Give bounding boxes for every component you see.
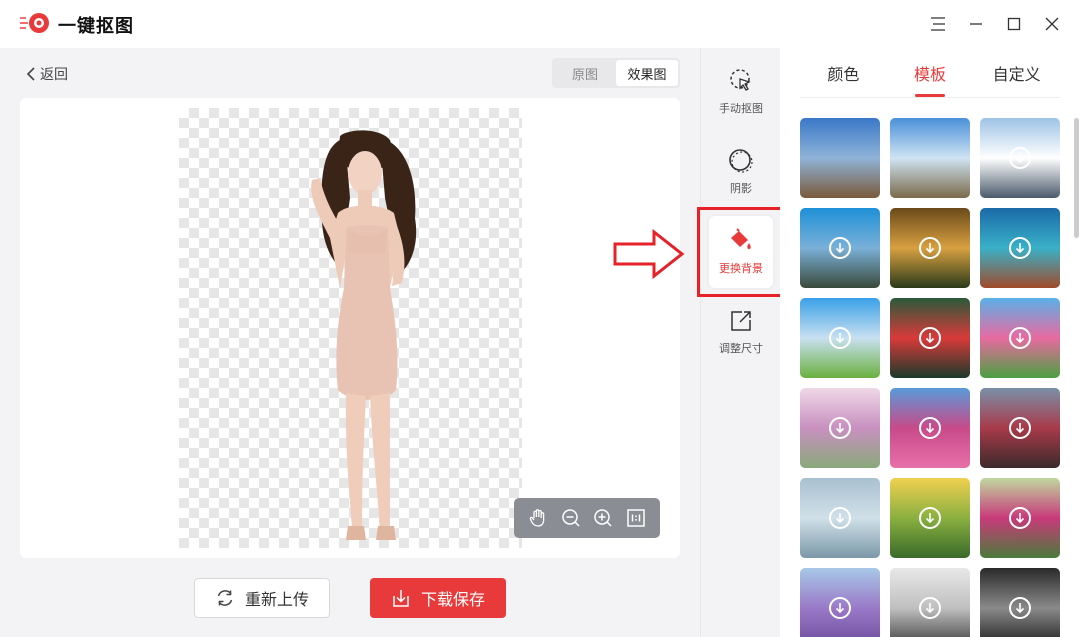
tool-resize[interactable]: 调整尺寸 xyxy=(709,296,773,368)
zoom-out-button[interactable] xyxy=(560,507,582,529)
zoom-out-icon xyxy=(562,509,580,527)
annotation-highlight-box xyxy=(697,207,783,297)
download-circle-icon xyxy=(1009,507,1031,529)
download-label: 下载保存 xyxy=(420,590,485,609)
tool-sidebar: 手动抠图 阴影 更换背景 调整尺寸 xyxy=(700,48,780,637)
chevron-left-icon xyxy=(26,67,35,81)
close-button[interactable] xyxy=(1040,12,1064,36)
download-circle-icon xyxy=(1009,147,1031,169)
actual-size-icon xyxy=(627,509,645,527)
maximize-button[interactable] xyxy=(1002,12,1026,36)
title-bar: 一键抠图 xyxy=(0,0,1080,48)
maximize-icon xyxy=(1007,17,1021,31)
pan-tool-button[interactable] xyxy=(527,507,549,529)
download-circle-icon xyxy=(1009,237,1031,259)
download-circle-icon xyxy=(829,507,851,529)
zoom-in-button[interactable] xyxy=(592,507,614,529)
view-toggle: 原图 效果图 xyxy=(552,58,680,88)
preview-canvas xyxy=(20,98,680,558)
tab-color[interactable]: 颜色 xyxy=(800,48,887,97)
template-thumb-flower-field[interactable] xyxy=(980,298,1060,378)
actual-size-button[interactable] xyxy=(625,507,647,529)
template-thumb-windmill-field[interactable] xyxy=(800,298,880,378)
download-circle-icon xyxy=(829,237,851,259)
template-thumb-tulip-rows[interactable] xyxy=(890,388,970,468)
cursor-lasso-icon xyxy=(730,69,751,91)
back-link[interactable]: 返回 xyxy=(26,64,68,84)
view-result-button[interactable]: 效果图 xyxy=(616,60,678,86)
download-circle-icon xyxy=(919,237,941,259)
template-thumb-red-tulips[interactable] xyxy=(890,298,970,378)
reupload-button[interactable]: 重新上传 xyxy=(194,578,330,618)
zoom-in-icon xyxy=(594,509,612,527)
template-thumb-autumn-road[interactable] xyxy=(890,208,970,288)
close-icon xyxy=(1045,17,1059,31)
tab-custom[interactable]: 自定义 xyxy=(973,48,1060,97)
template-thumb-great-wall[interactable] xyxy=(800,118,880,198)
back-label: 返回 xyxy=(40,67,68,83)
template-thumb-snow-mountain[interactable] xyxy=(980,118,1060,198)
download-save-button[interactable]: 下载保存 xyxy=(370,578,506,618)
template-thumb-mountain-road[interactable] xyxy=(800,208,880,288)
panel-tabs: 颜色 模板 自定义 xyxy=(800,48,1060,98)
tool-shadow[interactable]: 阴影 xyxy=(709,136,773,208)
download-circle-icon xyxy=(829,597,851,619)
download-circle-icon xyxy=(829,327,851,349)
template-thumb-cherry-blossom[interactable] xyxy=(800,388,880,468)
view-original-button[interactable]: 原图 xyxy=(554,60,616,86)
template-thumb-poppy-sunset[interactable] xyxy=(890,478,970,558)
workspace: 返回 原图 效果图 重新上传 下载保存 xyxy=(0,48,700,637)
template-thumb-tractor-field[interactable] xyxy=(980,388,1060,468)
download-circle-icon xyxy=(829,417,851,439)
template-thumb-pink-tulips[interactable] xyxy=(980,478,1060,558)
reupload-label: 重新上传 xyxy=(244,590,309,609)
zoom-toolbar xyxy=(514,498,660,538)
download-icon xyxy=(393,590,409,607)
background-panel: 颜色 模板 自定义 xyxy=(780,48,1080,637)
download-circle-icon xyxy=(919,597,941,619)
menu-button[interactable] xyxy=(926,12,950,36)
download-circle-icon xyxy=(919,507,941,529)
template-thumb-lake-mountain[interactable] xyxy=(980,208,1060,288)
download-circle-icon xyxy=(1009,597,1031,619)
download-circle-icon xyxy=(1009,327,1031,349)
shadow-circle-icon xyxy=(729,149,753,173)
template-thumb-lavender[interactable] xyxy=(800,568,880,637)
app-title: 一键抠图 xyxy=(58,16,134,37)
tool-manual-cutout[interactable]: 手动抠图 xyxy=(709,56,773,128)
minimize-icon xyxy=(970,23,982,25)
tool-shadow-label: 阴影 xyxy=(730,182,752,195)
template-thumb-highway-sky[interactable] xyxy=(890,118,970,198)
resize-icon xyxy=(731,311,751,331)
template-thumb-cat[interactable] xyxy=(980,568,1060,637)
tool-resize-label: 调整尺寸 xyxy=(719,342,763,355)
refresh-icon xyxy=(217,590,233,606)
download-circle-icon xyxy=(919,417,941,439)
app-logo-icon xyxy=(20,13,49,33)
tool-manual-cutout-label: 手动抠图 xyxy=(719,102,763,115)
template-thumb-frost-plants[interactable] xyxy=(800,478,880,558)
minimize-button[interactable] xyxy=(964,12,988,36)
annotation-arrow-icon xyxy=(613,228,685,280)
hand-icon xyxy=(530,509,545,527)
download-circle-icon xyxy=(919,327,941,349)
cutout-person-image xyxy=(311,130,417,540)
template-grid xyxy=(800,118,1060,637)
template-thumb-penguin[interactable] xyxy=(890,568,970,637)
menu-icon xyxy=(931,17,945,31)
panel-scrollbar[interactable] xyxy=(1074,118,1079,238)
download-circle-icon xyxy=(1009,417,1031,439)
tab-template[interactable]: 模板 xyxy=(887,48,974,97)
